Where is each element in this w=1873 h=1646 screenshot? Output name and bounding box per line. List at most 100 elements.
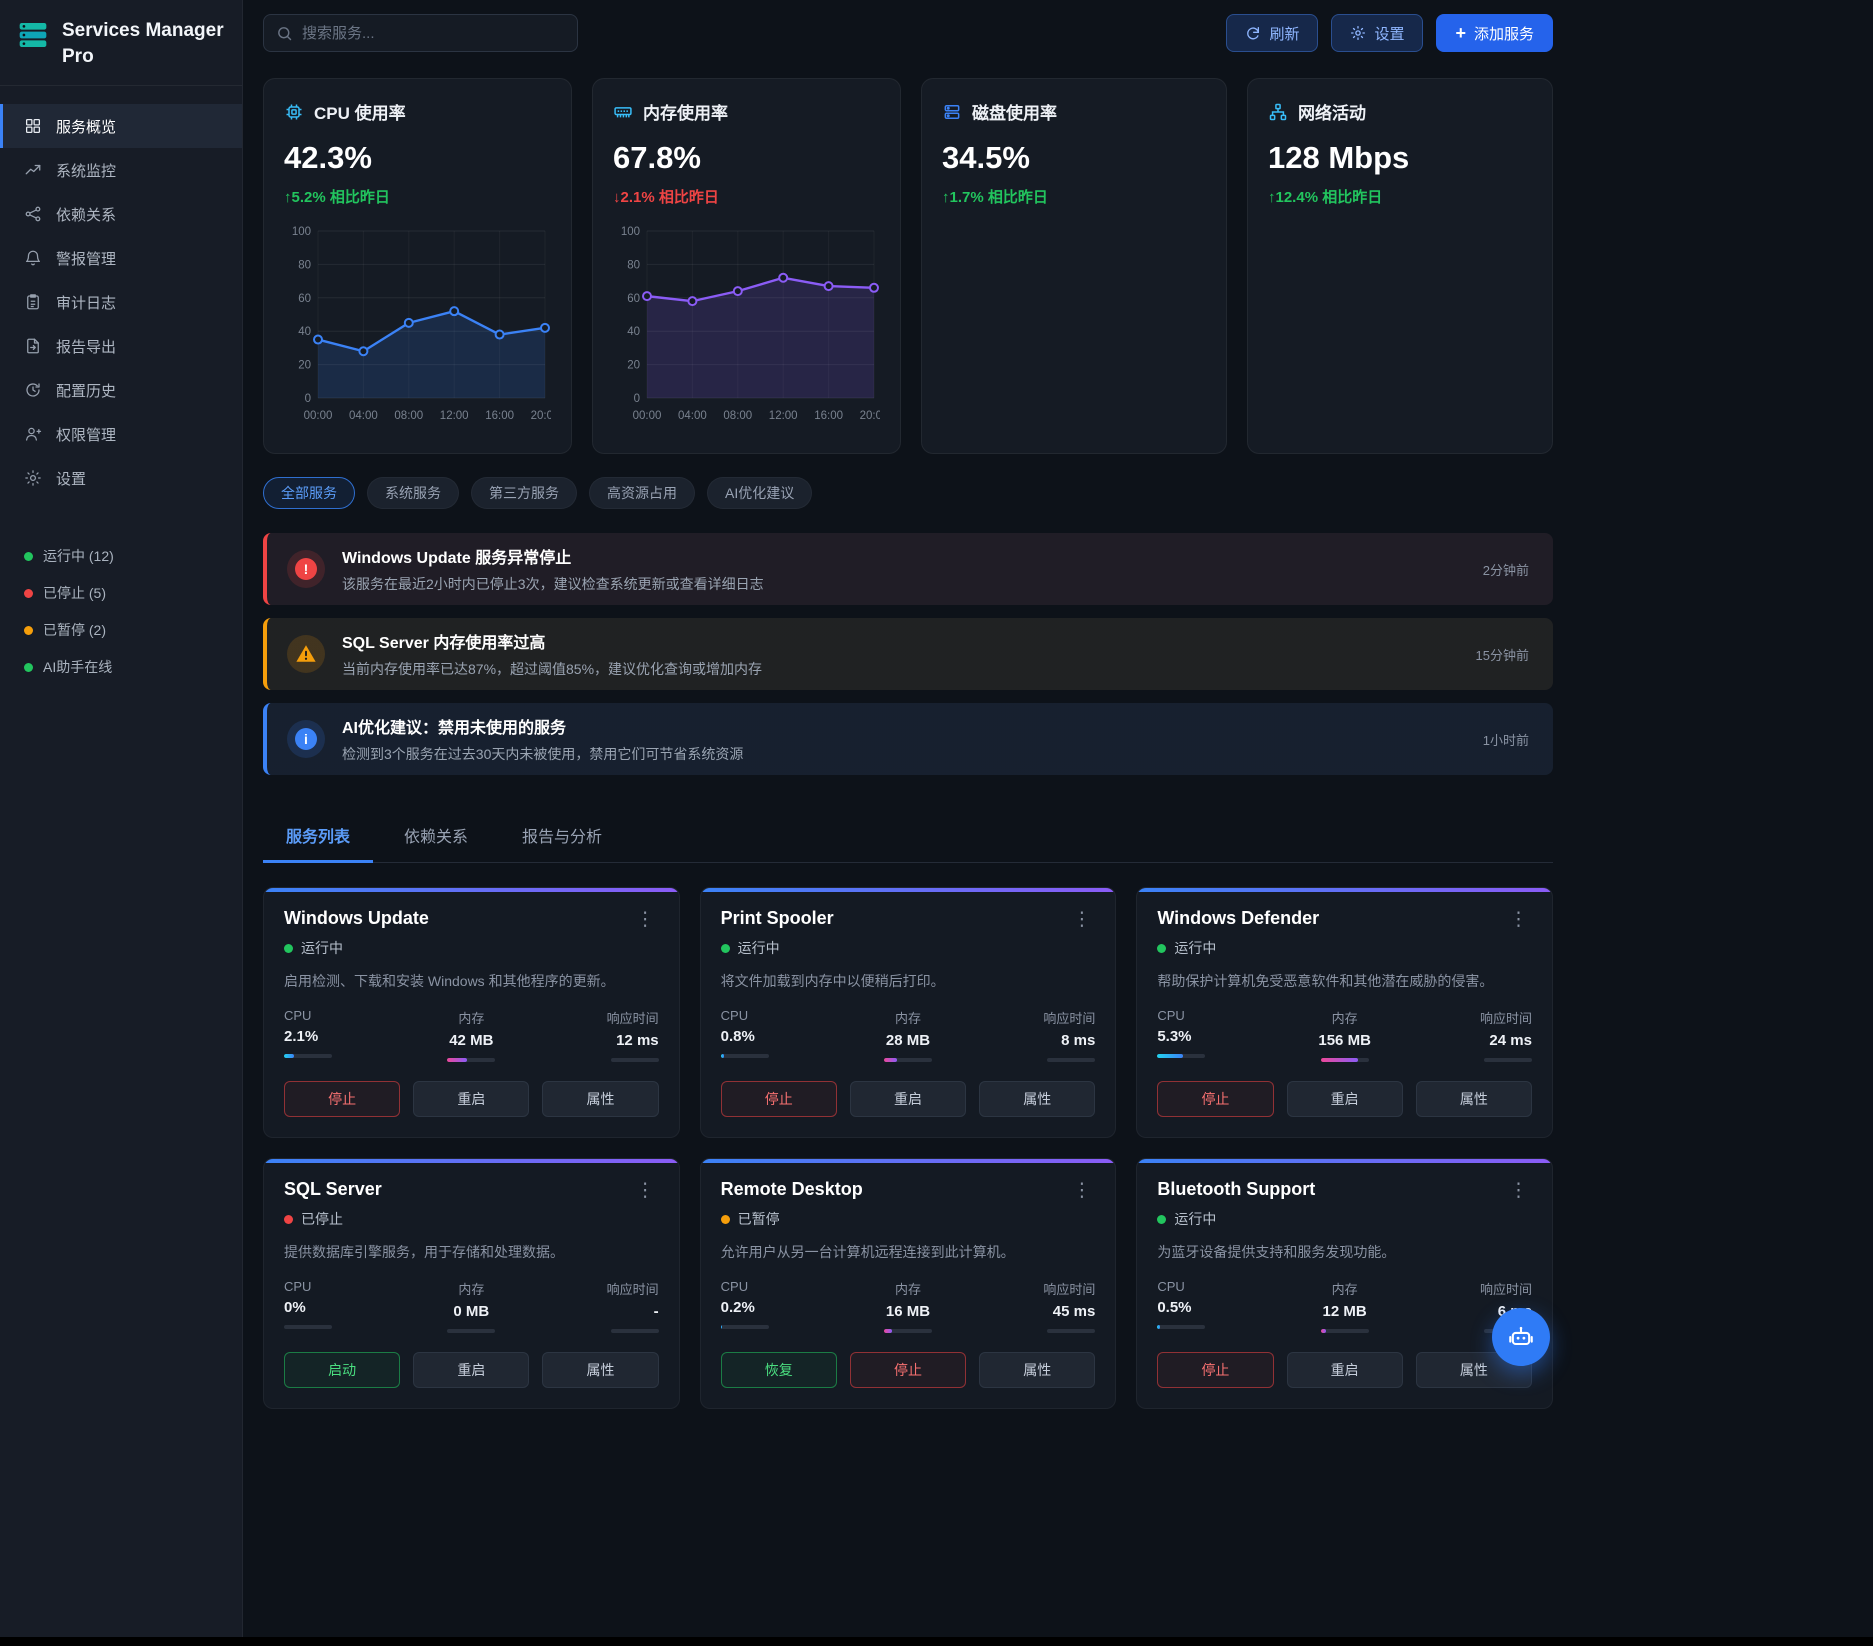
resume-button[interactable]: 恢复 xyxy=(720,1352,837,1388)
status-dot xyxy=(1157,943,1167,953)
sidebar-item-config-history[interactable]: 配置历史 xyxy=(0,368,242,412)
settings-label: 设置 xyxy=(1374,25,1405,43)
tab-dependencies[interactable]: 依赖关系 xyxy=(381,813,491,863)
sidebar-item-alerts[interactable]: 警报管理 xyxy=(0,236,242,280)
alert-time: 15分钟前 xyxy=(1475,647,1529,663)
stat-delta: ↑1.7% 相比昨日 xyxy=(942,189,1048,206)
status-label: 已停止 xyxy=(301,1211,343,1227)
svg-text:20:00: 20:00 xyxy=(860,410,880,422)
stat-delta: ↑12.4% 相比昨日 xyxy=(1268,189,1383,206)
disk-usage-card: 磁盘使用率 34.5% ↑1.7% 相比昨日 xyxy=(921,78,1227,454)
filter-all-services[interactable]: 全部服务 xyxy=(263,477,355,509)
response-bar xyxy=(1047,1329,1096,1333)
stop-button[interactable]: 停止 xyxy=(1157,1352,1274,1388)
app-logo-icon xyxy=(16,18,50,52)
response-value: 8 ms xyxy=(1061,1032,1096,1049)
restart-button[interactable]: 重启 xyxy=(1286,1081,1403,1117)
ai-assistant-button[interactable] xyxy=(1492,1308,1550,1366)
properties-button[interactable]: 属性 xyxy=(979,1352,1096,1388)
svg-text:100: 100 xyxy=(621,226,640,238)
cpu-label: CPU xyxy=(1157,1279,1185,1294)
search-input[interactable] xyxy=(302,24,565,42)
status-label: 运行中 xyxy=(737,940,780,956)
filter-system-services[interactable]: 系统服务 xyxy=(367,477,459,509)
disk-icon xyxy=(942,102,962,122)
kebab-menu-icon[interactable]: ⋮ xyxy=(1068,908,1095,931)
cpu-label: CPU xyxy=(284,1008,312,1023)
info-icon: i xyxy=(287,720,325,758)
nav-label: 权限管理 xyxy=(56,426,117,444)
response-label: 响应时间 xyxy=(606,1011,659,1026)
stop-button[interactable]: 停止 xyxy=(284,1081,401,1117)
tab-reports[interactable]: 报告与分析 xyxy=(499,813,625,863)
cpu-bar xyxy=(284,1054,332,1058)
sidebar-item-monitoring[interactable]: 系统监控 xyxy=(0,148,242,192)
cpu-label: CPU xyxy=(720,1008,749,1023)
kebab-menu-icon[interactable]: ⋮ xyxy=(1068,1179,1095,1202)
filter-ai-suggestions[interactable]: AI优化建议 xyxy=(707,477,813,509)
status-dot xyxy=(24,551,33,561)
trend-chart-icon xyxy=(24,161,42,179)
sidebar-item-settings[interactable]: 设置 xyxy=(0,456,242,500)
plus-icon: + xyxy=(1455,22,1466,43)
properties-button[interactable]: 属性 xyxy=(542,1081,659,1117)
add-service-label: 添加服务 xyxy=(1473,25,1534,43)
add-service-button[interactable]: + 添加服务 xyxy=(1436,14,1553,52)
sidebar-item-overview[interactable]: 服务概览 xyxy=(0,104,242,149)
kebab-menu-icon[interactable]: ⋮ xyxy=(632,1179,659,1202)
sidebar-item-report-export[interactable]: 报告导出 xyxy=(0,324,242,368)
service-name: Print Spooler xyxy=(720,908,834,928)
status-dot xyxy=(1157,1214,1167,1224)
sidebar-item-dependencies[interactable]: 依赖关系 xyxy=(0,192,242,236)
alert-item[interactable]: ! Windows Update 服务异常停止 该服务在最近2小时内已停止3次，… xyxy=(263,533,1553,605)
sidebar-item-permissions[interactable]: 权限管理 xyxy=(0,412,242,456)
svg-text:08:00: 08:00 xyxy=(723,410,752,422)
user-icon xyxy=(24,425,42,443)
restart-button[interactable]: 重启 xyxy=(849,1081,967,1117)
start-button[interactable]: 启动 xyxy=(284,1352,401,1388)
stat-title: CPU 使用率 xyxy=(314,104,406,123)
settings-button[interactable]: 设置 xyxy=(1331,14,1424,52)
tab-service-list[interactable]: 服务列表 xyxy=(263,813,374,863)
memory-bar xyxy=(1320,1058,1369,1062)
service-description: 提供数据库引擎服务，用于存储和处理数据。 xyxy=(284,1244,564,1260)
legend-paused: 已暂停 (2) xyxy=(24,620,218,640)
cpu-label: CPU xyxy=(284,1279,312,1294)
response-bar xyxy=(610,1058,659,1062)
stop-button[interactable]: 停止 xyxy=(1157,1081,1274,1117)
memory-value: 0 MB xyxy=(453,1303,490,1320)
cpu-bar xyxy=(720,1054,769,1058)
filter-third-party[interactable]: 第三方服务 xyxy=(471,477,577,509)
nav-label: 设置 xyxy=(56,470,87,488)
refresh-button[interactable]: 刷新 xyxy=(1226,14,1319,52)
bell-icon xyxy=(24,249,42,267)
response-label: 响应时间 xyxy=(1479,1282,1532,1297)
kebab-menu-icon[interactable]: ⋮ xyxy=(1505,1179,1532,1202)
status-label: 已暂停 xyxy=(737,1211,780,1227)
kebab-menu-icon[interactable]: ⋮ xyxy=(632,908,659,931)
svg-text:40: 40 xyxy=(627,326,640,338)
status-dot xyxy=(24,625,33,635)
filter-high-resource[interactable]: 高资源占用 xyxy=(589,477,695,509)
restart-button[interactable]: 重启 xyxy=(1286,1352,1403,1388)
memory-bar xyxy=(447,1329,496,1333)
properties-button[interactable]: 属性 xyxy=(1415,1081,1532,1117)
clipboard-icon xyxy=(24,293,42,311)
alert-item[interactable]: SQL Server 内存使用率过高 当前内存使用率已达87%，超过阈值85%，… xyxy=(263,618,1553,690)
properties-button[interactable]: 属性 xyxy=(979,1081,1096,1117)
alert-item[interactable]: i AI优化建议：禁用未使用的服务 检测到3个服务在过去30天内未被使用，禁用它… xyxy=(263,703,1553,775)
sidebar-item-audit-log[interactable]: 审计日志 xyxy=(0,280,242,324)
nav-label: 系统监控 xyxy=(56,162,117,180)
svg-text:0: 0 xyxy=(305,393,311,405)
service-name: Bluetooth Support xyxy=(1157,1179,1316,1199)
kebab-menu-icon[interactable]: ⋮ xyxy=(1505,908,1532,931)
restart-button[interactable]: 重启 xyxy=(413,1352,530,1388)
stop-button[interactable]: 停止 xyxy=(849,1352,967,1388)
svg-text:12:00: 12:00 xyxy=(440,410,469,422)
restart-button[interactable]: 重启 xyxy=(413,1081,530,1117)
properties-button[interactable]: 属性 xyxy=(542,1352,659,1388)
nav-label: 警报管理 xyxy=(56,250,117,268)
app-brand: Services Manager Pro xyxy=(0,0,242,87)
stop-button[interactable]: 停止 xyxy=(720,1081,837,1117)
topbar-actions: 刷新 设置 + 添加服务 xyxy=(1226,14,1553,52)
